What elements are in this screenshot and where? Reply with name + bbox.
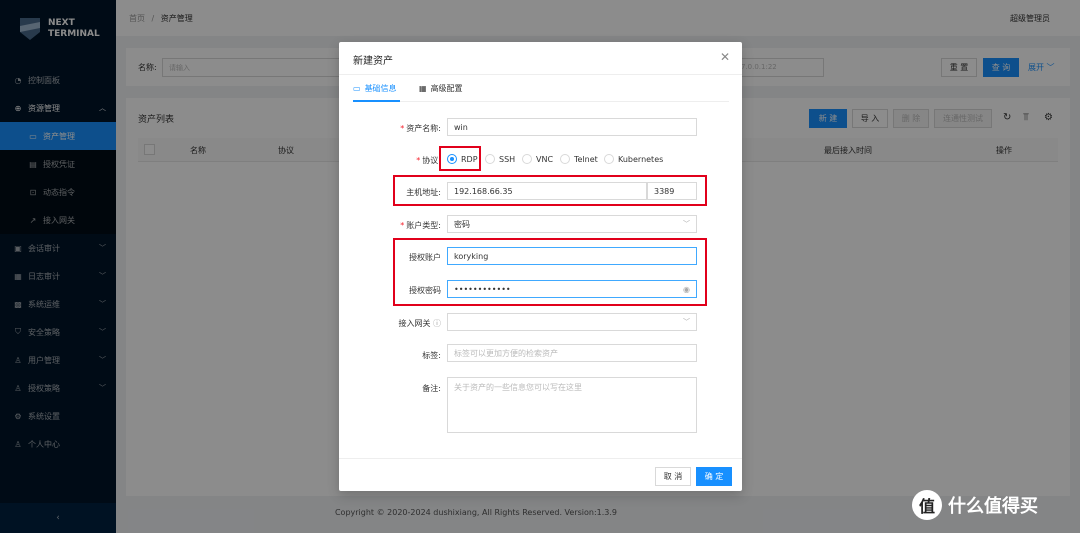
asset-name-input[interactable]: win — [447, 118, 697, 136]
watermark-logo: 值 — [912, 490, 942, 520]
cancel-button[interactable]: 取 消 — [655, 467, 691, 486]
radio-label: Kubernetes — [618, 154, 664, 164]
tab-label: 高级配置 — [430, 84, 463, 93]
modal-tabs: ▭ 基础信息 ▦ 高级配置 — [353, 80, 729, 102]
remark-label: 备注: — [422, 384, 441, 393]
radio-kubernetes[interactable]: Kubernetes — [604, 154, 663, 164]
modal-title: 新建资产 — [353, 56, 393, 67]
radio-vnc[interactable]: VNC — [522, 154, 553, 164]
asset-name-label: * 资产名称: — [400, 124, 441, 133]
chevron-down-icon: ﹀ — [683, 220, 690, 228]
tags-label: 标签: — [422, 351, 441, 360]
radio-label: SSH — [499, 154, 516, 164]
gateway-label-text: 接入网关 — [398, 319, 431, 328]
protocol-label: * 协议: — [416, 156, 441, 165]
watermark: 值 什么值得买 — [912, 490, 1038, 520]
modal-header-divider — [339, 74, 742, 75]
table-icon: ▦ — [419, 84, 427, 93]
highlight-credentials — [393, 238, 707, 306]
highlight-protocol — [439, 146, 481, 171]
tab-advanced-config[interactable]: ▦ 高级配置 — [419, 83, 463, 94]
gateway-label: 接入网关 ⓘ — [341, 318, 441, 329]
question-circle-icon[interactable]: ⓘ — [433, 319, 441, 328]
ok-button[interactable]: 确 定 — [696, 467, 732, 486]
account-type-label: * 账户类型: — [400, 221, 441, 230]
watermark-text: 什么值得买 — [948, 496, 1038, 517]
protocol-radio-group: RDP SSH VNC Telnet Kubernetes — [447, 154, 707, 166]
account-type-label-text: 账户类型: — [406, 221, 441, 230]
new-asset-modal: 新建资产 ✕ ▭ 基础信息 ▦ 高级配置 * 资产名称: win * 协议: RDP… — [339, 42, 742, 491]
tab-active-indicator — [353, 100, 400, 102]
gateway-select[interactable]: ﹀ — [447, 313, 697, 331]
asset-name-label-text: 资产名称: — [406, 124, 441, 133]
radio-label: Telnet — [574, 154, 598, 164]
radio-ssh[interactable]: SSH — [485, 154, 515, 164]
tab-basic-info[interactable]: ▭ 基础信息 — [353, 83, 397, 94]
tab-label: 基础信息 — [364, 84, 397, 93]
account-type-select[interactable]: 密码 ﹀ — [447, 215, 697, 233]
remark-textarea[interactable]: 关于资产的一些信息您可以写在这里 — [447, 377, 697, 433]
account-type-value: 密码 — [454, 219, 470, 229]
close-icon[interactable]: ✕ — [720, 50, 730, 64]
highlight-host — [393, 175, 707, 206]
radio-label: VNC — [536, 154, 554, 164]
tags-input[interactable]: 标签可以更加方便的检索资产 — [447, 344, 697, 362]
radio-telnet[interactable]: Telnet — [560, 154, 598, 164]
modal-footer-divider — [339, 458, 742, 459]
chevron-down-icon: ﹀ — [683, 318, 690, 326]
desktop-icon: ▭ — [353, 84, 361, 93]
